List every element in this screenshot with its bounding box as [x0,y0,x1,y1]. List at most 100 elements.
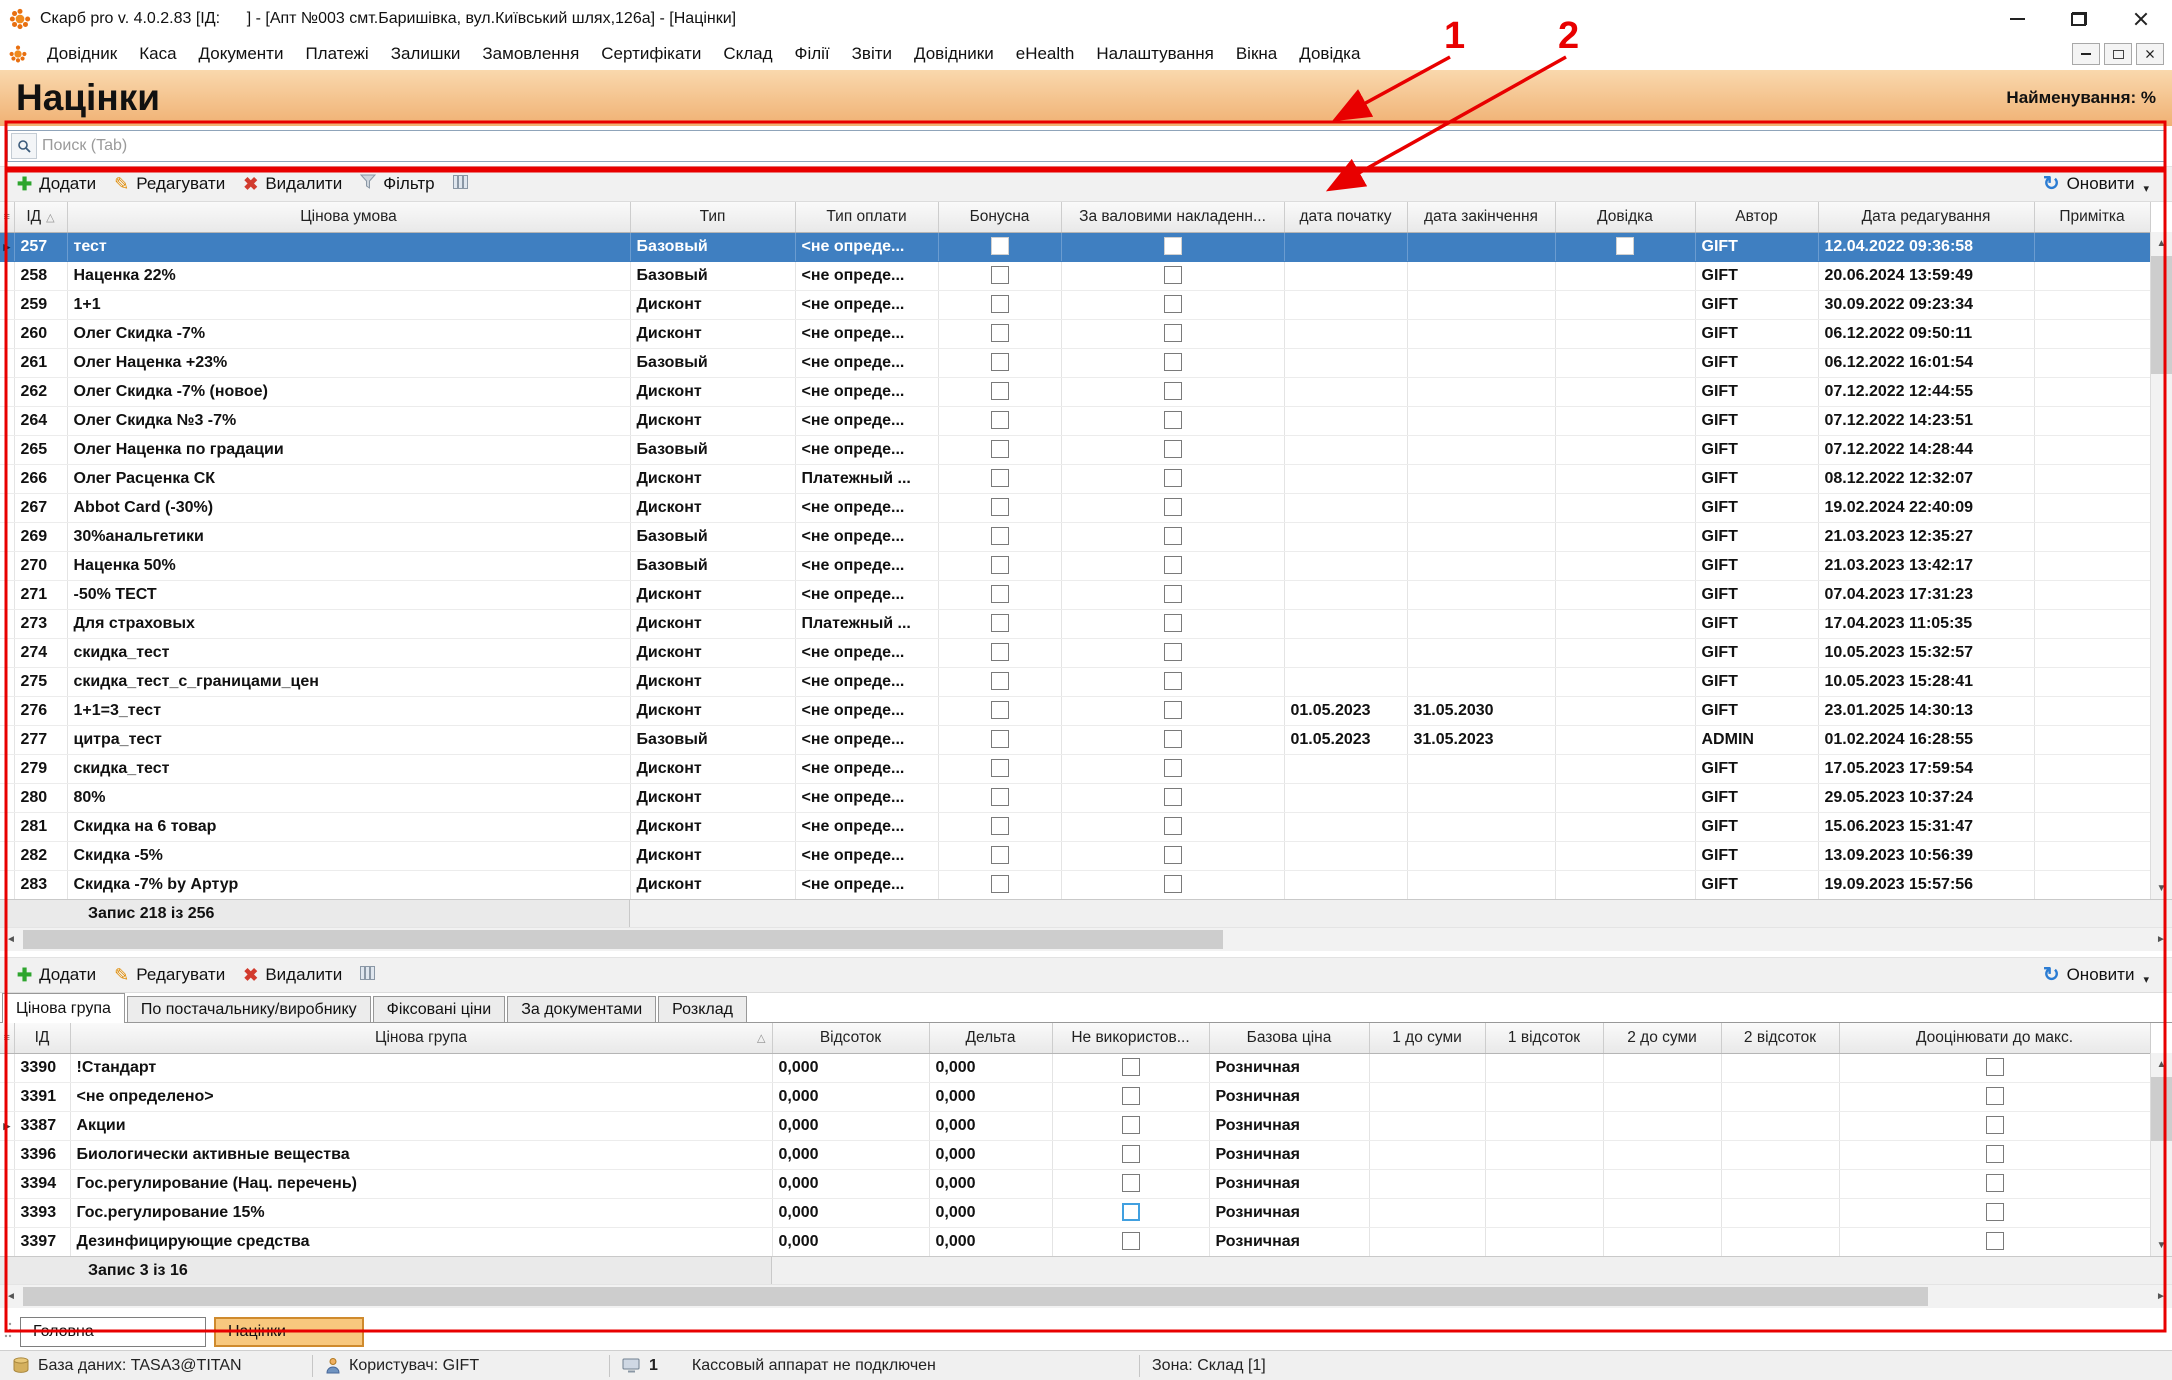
delete-button[interactable]: ✖ Видалити [234,169,351,199]
scrollbar-track[interactable] [2151,254,2172,877]
checkbox[interactable] [1164,556,1182,574]
mdi-minimize-button[interactable] [2072,43,2100,65]
checkbox[interactable] [1164,266,1182,284]
scroll-down-icon[interactable]: ▼ [2151,1234,2172,1256]
checkbox[interactable] [1164,440,1182,458]
column-header[interactable]: Відсоток [772,1023,929,1053]
table-row[interactable]: 275скидка_тест_с_границами_ценДисконт<не… [0,667,2150,696]
table-row[interactable]: ▸257тестБазовый<не опреде...GIFT12.04.20… [0,232,2150,261]
column-header[interactable]: За валовими накладенн... [1061,202,1284,232]
menu-item[interactable]: Довідники [903,38,1005,70]
checkbox[interactable] [1986,1232,2004,1250]
table-row[interactable]: 26930%анальгетикиБазовый<не опреде...GIF… [0,522,2150,551]
checkbox[interactable] [1122,1232,1140,1250]
page-tab[interactable]: Головна [20,1317,206,1347]
detail-tab[interactable]: Фіксовані ціни [373,996,506,1022]
checkbox[interactable] [991,324,1009,342]
checkbox[interactable] [991,875,1009,893]
checkbox[interactable] [1164,585,1182,603]
column-header[interactable]: ІД△ [14,202,67,232]
checkbox[interactable] [1122,1116,1140,1134]
table-row[interactable]: 282Скидка -5%Дисконт<не опреде...GIFT13.… [0,841,2150,870]
table-row[interactable]: 267Abbot Card (-30%)Дисконт<не опреде...… [0,493,2150,522]
column-header[interactable]: ІД [14,1023,70,1053]
table-row[interactable]: 264Олег Скидка №3 -7%Дисконт<не опреде..… [0,406,2150,435]
checkbox[interactable] [1122,1203,1140,1221]
checkbox[interactable] [1164,237,1182,255]
checkbox[interactable] [991,759,1009,777]
checkbox[interactable] [991,672,1009,690]
column-header[interactable]: Тип оплати [795,202,938,232]
detail-tab[interactable]: За документами [507,996,656,1022]
horizontal-scrollbar[interactable]: ◄ ► [0,1284,2172,1308]
checkbox[interactable] [1164,730,1182,748]
checkbox[interactable] [991,614,1009,632]
checkbox[interactable] [991,295,1009,313]
menu-item[interactable]: Вікна [1225,38,1288,70]
column-header[interactable]: дата закінчення [1407,202,1555,232]
column-header[interactable]: Примітка [2034,202,2150,232]
scrollbar-thumb[interactable] [2151,256,2172,374]
checkbox[interactable] [1164,498,1182,516]
checkbox[interactable] [1986,1058,2004,1076]
checkbox[interactable] [1164,614,1182,632]
edit-button[interactable]: ✎ Редагувати [105,169,234,199]
checkbox[interactable] [991,788,1009,806]
column-header[interactable]: Базова ціна [1209,1023,1369,1053]
column-header[interactable]: 2 до суми [1603,1023,1721,1053]
column-header[interactable]: Бонусна [938,202,1061,232]
checkbox[interactable] [991,440,1009,458]
column-header[interactable]: дата початку [1284,202,1407,232]
checkbox[interactable] [1986,1087,2004,1105]
menu-item[interactable]: Довідка [1288,38,1371,70]
checkbox[interactable] [1164,382,1182,400]
columns-button[interactable] [444,169,478,199]
column-header[interactable]: Дата редагування [1818,202,2034,232]
menu-item[interactable]: Документи [188,38,295,70]
column-header[interactable]: Автор [1695,202,1818,232]
checkbox[interactable] [1164,759,1182,777]
detail-tab[interactable]: Цінова група [2,993,125,1023]
scrollbar-thumb[interactable] [2151,1077,2172,1141]
table-row[interactable]: 261Олег Наценка +23%Базовый<не опреде...… [0,348,2150,377]
checkbox[interactable] [991,701,1009,719]
checkbox[interactable] [991,382,1009,400]
table-row[interactable]: 270Наценка 50%Базовый<не опреде...GIFT21… [0,551,2150,580]
column-header[interactable]: Не використов... [1052,1023,1209,1053]
checkbox[interactable] [1164,817,1182,835]
table-row[interactable]: 3393Гос.регулирование 15%0,0000,000Розни… [0,1198,2150,1227]
table-row[interactable]: 258Наценка 22%Базовый<не опреде...GIFT20… [0,261,2150,290]
add-button[interactable]: ✚ Додати [8,169,105,199]
checkbox[interactable] [1164,295,1182,313]
table-row[interactable]: 277цитра_тестБазовый<не опреде...01.05.2… [0,725,2150,754]
vertical-scrollbar[interactable]: ▲ ▼ [2150,232,2172,899]
checkbox[interactable] [991,411,1009,429]
table-row[interactable]: 260Олег Скидка -7%Дисконт<не опреде...GI… [0,319,2150,348]
table-row[interactable]: 3396Биологически активные вещества0,0000… [0,1140,2150,1169]
detail-tab[interactable]: По постачальнику/виробнику [127,996,371,1022]
table-row[interactable]: 3394Гос.регулирование (Нац. перечень)0,0… [0,1169,2150,1198]
delete-button[interactable]: ✖ Видалити [234,960,351,990]
scroll-left-icon[interactable]: ◄ [0,928,22,951]
table-row[interactable]: 2761+1=3_тестДисконт<не опреде...01.05.2… [0,696,2150,725]
close-button[interactable] [2110,0,2172,38]
checkbox[interactable] [1164,324,1182,342]
menu-item[interactable]: Сертифікати [590,38,712,70]
filter-button[interactable]: Фільтр [351,169,443,199]
table-row[interactable]: 266Олег Расценка СКДисконтПлатежный ...G… [0,464,2150,493]
mdi-close-button[interactable] [2136,43,2164,65]
menu-item[interactable]: eHealth [1005,38,1086,70]
scroll-up-icon[interactable]: ▲ [2151,1053,2172,1075]
checkbox[interactable] [991,730,1009,748]
checkbox[interactable] [1164,643,1182,661]
edit-button[interactable]: ✎ Редагувати [105,960,234,990]
checkbox[interactable] [991,237,1009,255]
checkbox[interactable] [1616,237,1634,255]
checkbox[interactable] [991,353,1009,371]
checkbox[interactable] [1164,846,1182,864]
restore-button[interactable] [2048,0,2110,38]
checkbox[interactable] [991,817,1009,835]
column-header[interactable]: 1 відсоток [1485,1023,1603,1053]
mdi-restore-button[interactable] [2104,43,2132,65]
column-header[interactable]: 2 відсоток [1721,1023,1839,1053]
